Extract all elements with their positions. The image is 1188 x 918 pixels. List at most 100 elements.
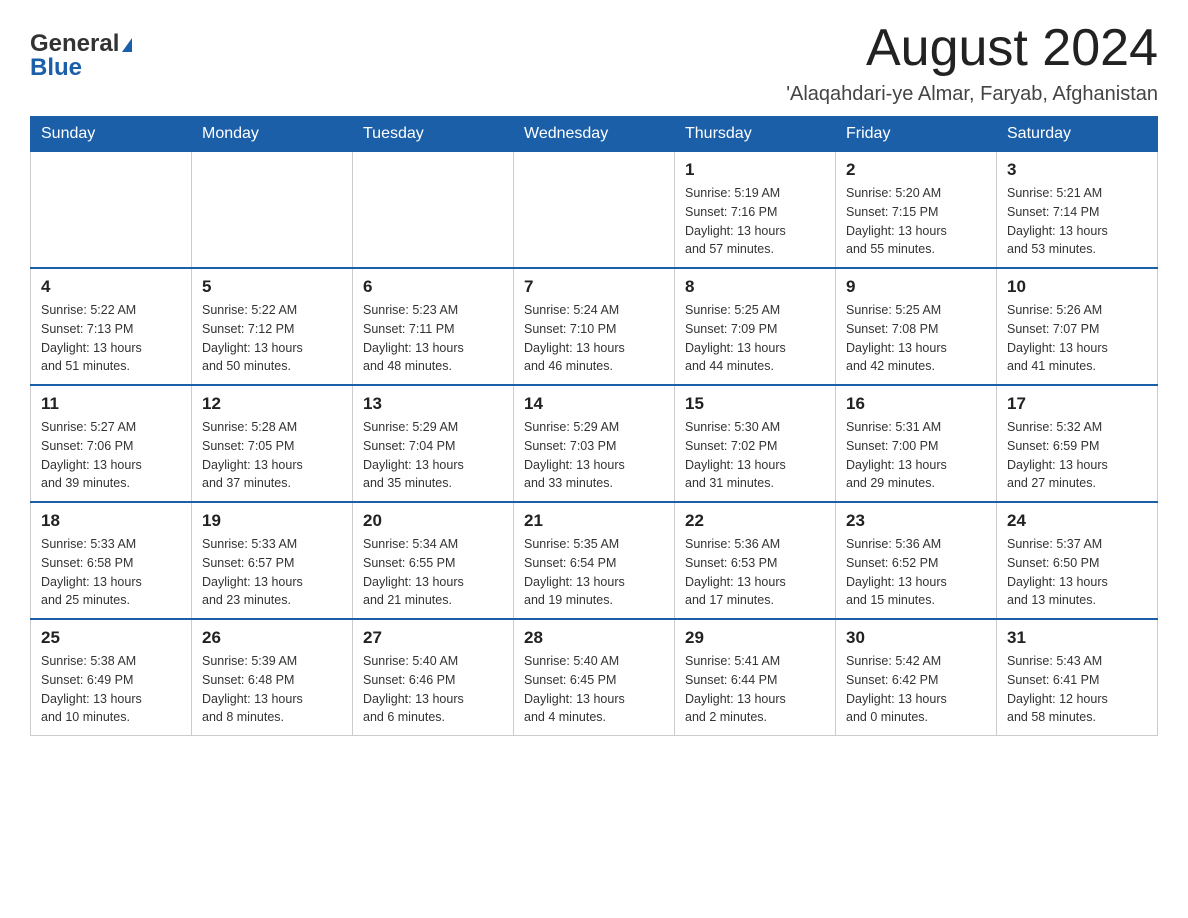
calendar-cell [353, 152, 514, 269]
day-info: Sunrise: 5:25 AM Sunset: 7:08 PM Dayligh… [846, 301, 986, 376]
calendar-cell: 11 Sunrise: 5:27 AM Sunset: 7:06 PM Dayli… [31, 385, 192, 502]
calendar-cell: 30 Sunrise: 5:42 AM Sunset: 6:42 PM Dayli… [836, 619, 997, 736]
calendar-cell: 23 Sunrise: 5:36 AM Sunset: 6:52 PM Dayli… [836, 502, 997, 619]
week-row-5: 25 Sunrise: 5:38 AM Sunset: 6:49 PM Dayli… [31, 619, 1158, 736]
calendar-cell: 27 Sunrise: 5:40 AM Sunset: 6:46 PM Dayli… [353, 619, 514, 736]
day-number: 8 [685, 277, 825, 297]
title-area: August 2024 'Alaqahdari-ye Almar, Faryab… [786, 20, 1158, 106]
weekday-header-tuesday: Tuesday [353, 117, 514, 152]
day-number: 14 [524, 394, 664, 414]
calendar-cell: 7Sunrise: 5:24 AM Sunset: 7:10 PM Daylig… [514, 268, 675, 385]
day-number: 1 [685, 160, 825, 180]
day-number: 12 [202, 394, 342, 414]
day-number: 16 [846, 394, 986, 414]
calendar-cell: 24 Sunrise: 5:37 AM Sunset: 6:50 PM Dayli… [997, 502, 1158, 619]
day-number: 17 [1007, 394, 1147, 414]
day-number: 30 [846, 628, 986, 648]
calendar-table: SundayMondayTuesdayWednesdayThursdayFrid… [30, 116, 1158, 736]
day-number: 2 [846, 160, 986, 180]
weekday-header-sunday: Sunday [31, 117, 192, 152]
day-info: Sunrise: 5:36 AM Sunset: 6:53 PM Dayligh… [685, 535, 825, 610]
day-number: 25 [41, 628, 181, 648]
week-row-4: 18 Sunrise: 5:33 AM Sunset: 6:58 PM Dayli… [31, 502, 1158, 619]
day-number: 31 [1007, 628, 1147, 648]
calendar-cell: 26 Sunrise: 5:39 AM Sunset: 6:48 PM Dayli… [192, 619, 353, 736]
calendar-cell: 31 Sunrise: 5:43 AM Sunset: 6:41 PM Dayli… [997, 619, 1158, 736]
day-number: 24 [1007, 511, 1147, 531]
day-number: 10 [1007, 277, 1147, 297]
day-info: Sunrise: 5:37 AM Sunset: 6:50 PM Dayligh… [1007, 535, 1147, 610]
day-number: 6 [363, 277, 503, 297]
week-row-1: 1 Sunrise: 5:19 AM Sunset: 7:16 PM Daylig… [31, 152, 1158, 269]
weekday-header-thursday: Thursday [675, 117, 836, 152]
weekday-header-wednesday: Wednesday [514, 117, 675, 152]
calendar-cell: 10Sunrise: 5:26 AM Sunset: 7:07 PM Dayli… [997, 268, 1158, 385]
month-title: August 2024 [786, 20, 1158, 77]
calendar-cell: 2 Sunrise: 5:20 AM Sunset: 7:15 PM Daylig… [836, 152, 997, 269]
day-info: Sunrise: 5:33 AM Sunset: 6:58 PM Dayligh… [41, 535, 181, 610]
day-number: 5 [202, 277, 342, 297]
day-number: 13 [363, 394, 503, 414]
logo-blue-text: Blue [30, 54, 82, 82]
calendar-cell: 18 Sunrise: 5:33 AM Sunset: 6:58 PM Dayli… [31, 502, 192, 619]
calendar-cell: 15 Sunrise: 5:30 AM Sunset: 7:02 PM Dayli… [675, 385, 836, 502]
day-number: 18 [41, 511, 181, 531]
calendar-cell: 25 Sunrise: 5:38 AM Sunset: 6:49 PM Dayli… [31, 619, 192, 736]
week-row-3: 11 Sunrise: 5:27 AM Sunset: 7:06 PM Dayli… [31, 385, 1158, 502]
day-number: 11 [41, 394, 181, 414]
day-number: 26 [202, 628, 342, 648]
day-info: Sunrise: 5:29 AM Sunset: 7:04 PM Dayligh… [363, 418, 503, 493]
calendar-cell [31, 152, 192, 269]
day-info: Sunrise: 5:20 AM Sunset: 7:15 PM Dayligh… [846, 184, 986, 259]
day-info: Sunrise: 5:30 AM Sunset: 7:02 PM Dayligh… [685, 418, 825, 493]
logo-triangle-icon [122, 38, 132, 52]
calendar-cell: 9 Sunrise: 5:25 AM Sunset: 7:08 PM Daylig… [836, 268, 997, 385]
day-info: Sunrise: 5:41 AM Sunset: 6:44 PM Dayligh… [685, 652, 825, 727]
calendar-cell: 21Sunrise: 5:35 AM Sunset: 6:54 PM Dayli… [514, 502, 675, 619]
calendar-cell: 28Sunrise: 5:40 AM Sunset: 6:45 PM Dayli… [514, 619, 675, 736]
day-info: Sunrise: 5:27 AM Sunset: 7:06 PM Dayligh… [41, 418, 181, 493]
weekday-header-row: SundayMondayTuesdayWednesdayThursdayFrid… [31, 117, 1158, 152]
day-number: 7 [524, 277, 664, 297]
day-info: Sunrise: 5:25 AM Sunset: 7:09 PM Dayligh… [685, 301, 825, 376]
day-info: Sunrise: 5:40 AM Sunset: 6:46 PM Dayligh… [363, 652, 503, 727]
day-info: Sunrise: 5:32 AM Sunset: 6:59 PM Dayligh… [1007, 418, 1147, 493]
day-info: Sunrise: 5:40 AM Sunset: 6:45 PM Dayligh… [524, 652, 664, 727]
location-title: 'Alaqahdari-ye Almar, Faryab, Afghanista… [786, 83, 1158, 106]
day-number: 15 [685, 394, 825, 414]
day-info: Sunrise: 5:22 AM Sunset: 7:13 PM Dayligh… [41, 301, 181, 376]
day-number: 22 [685, 511, 825, 531]
calendar-cell: 5 Sunrise: 5:22 AM Sunset: 7:12 PM Daylig… [192, 268, 353, 385]
day-info: Sunrise: 5:19 AM Sunset: 7:16 PM Dayligh… [685, 184, 825, 259]
calendar-cell: 13 Sunrise: 5:29 AM Sunset: 7:04 PM Dayli… [353, 385, 514, 502]
calendar-cell [514, 152, 675, 269]
calendar-cell: 3 Sunrise: 5:21 AM Sunset: 7:14 PM Daylig… [997, 152, 1158, 269]
day-number: 27 [363, 628, 503, 648]
calendar-cell: 17 Sunrise: 5:32 AM Sunset: 6:59 PM Dayli… [997, 385, 1158, 502]
day-info: Sunrise: 5:35 AM Sunset: 6:54 PM Dayligh… [524, 535, 664, 610]
calendar-cell: 12Sunrise: 5:28 AM Sunset: 7:05 PM Dayli… [192, 385, 353, 502]
weekday-header-friday: Friday [836, 117, 997, 152]
day-info: Sunrise: 5:36 AM Sunset: 6:52 PM Dayligh… [846, 535, 986, 610]
day-info: Sunrise: 5:38 AM Sunset: 6:49 PM Dayligh… [41, 652, 181, 727]
calendar-cell: 6Sunrise: 5:23 AM Sunset: 7:11 PM Daylig… [353, 268, 514, 385]
day-info: Sunrise: 5:43 AM Sunset: 6:41 PM Dayligh… [1007, 652, 1147, 727]
calendar-cell: 8 Sunrise: 5:25 AM Sunset: 7:09 PM Daylig… [675, 268, 836, 385]
calendar-cell: 29 Sunrise: 5:41 AM Sunset: 6:44 PM Dayli… [675, 619, 836, 736]
calendar-cell: 19Sunrise: 5:33 AM Sunset: 6:57 PM Dayli… [192, 502, 353, 619]
day-info: Sunrise: 5:22 AM Sunset: 7:12 PM Dayligh… [202, 301, 342, 376]
calendar-cell: 16Sunrise: 5:31 AM Sunset: 7:00 PM Dayli… [836, 385, 997, 502]
day-number: 3 [1007, 160, 1147, 180]
day-info: Sunrise: 5:34 AM Sunset: 6:55 PM Dayligh… [363, 535, 503, 610]
day-info: Sunrise: 5:21 AM Sunset: 7:14 PM Dayligh… [1007, 184, 1147, 259]
weekday-header-saturday: Saturday [997, 117, 1158, 152]
day-number: 29 [685, 628, 825, 648]
day-number: 9 [846, 277, 986, 297]
day-info: Sunrise: 5:39 AM Sunset: 6:48 PM Dayligh… [202, 652, 342, 727]
day-number: 20 [363, 511, 503, 531]
header: General Blue August 2024 'Alaqahdari-ye … [30, 20, 1158, 106]
day-number: 23 [846, 511, 986, 531]
week-row-2: 4Sunrise: 5:22 AM Sunset: 7:13 PM Daylig… [31, 268, 1158, 385]
day-info: Sunrise: 5:42 AM Sunset: 6:42 PM Dayligh… [846, 652, 986, 727]
calendar-cell: 4Sunrise: 5:22 AM Sunset: 7:13 PM Daylig… [31, 268, 192, 385]
